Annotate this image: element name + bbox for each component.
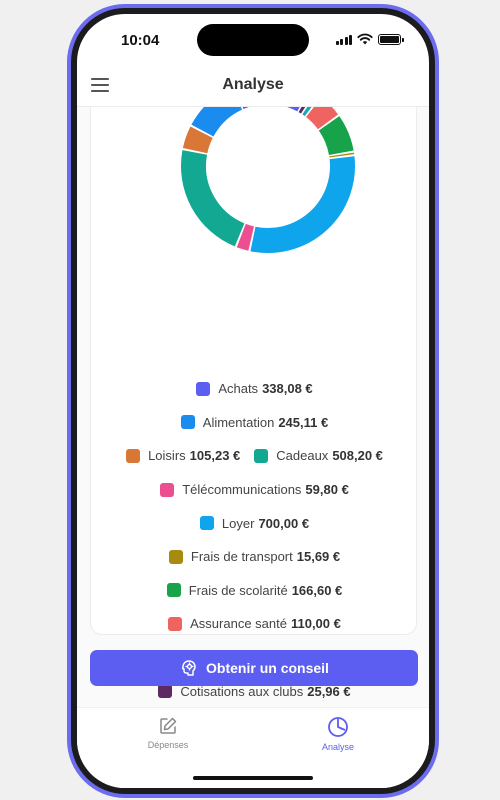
tab-depenses-label: Dépenses	[147, 740, 189, 750]
legend-item[interactable]: Alimentation 245,11 €	[180, 414, 329, 430]
legend-swatch	[168, 549, 183, 564]
legend-value: 245,11 €	[278, 414, 329, 430]
donut-slice-frais-de-scolarite[interactable]	[318, 116, 354, 156]
legend-row: Frais de scolarité 166,60 €	[91, 574, 418, 608]
donut-slice-telecommunications[interactable]	[236, 223, 255, 251]
legend-item[interactable]: Cadeaux 508,20 €	[254, 448, 383, 463]
donut-slice-loisirs[interactable]	[182, 126, 213, 154]
legend-value: 59,80 €	[305, 482, 349, 498]
edit-pencil-icon	[160, 717, 177, 734]
legend-label: Alimentation	[202, 414, 275, 430]
legend-swatch	[254, 448, 269, 463]
cellular-signal-icon	[335, 34, 352, 45]
legend-item[interactable]: Achats 338,08 €	[196, 381, 313, 397]
legend-value: 338,08 €	[262, 381, 313, 397]
dynamic-island	[197, 24, 309, 56]
legend-label: Frais de scolarité	[188, 582, 288, 598]
legend-value: 508,20 €	[332, 448, 383, 464]
legend-label: Loyer	[221, 515, 255, 531]
legend-swatch	[196, 381, 211, 396]
legend-value: 166,60 €	[291, 582, 343, 598]
legend-label: Cadeaux	[276, 448, 329, 464]
tab-analyse-label: Analyse	[321, 742, 355, 752]
legend-item[interactable]: Loisirs 105,23 €	[126, 448, 240, 463]
battery-icon	[378, 33, 404, 45]
main-content: Achats 338,08 € Alimentation 245,11 € Loisir…	[77, 107, 429, 707]
legend-row: Télécommunications 59,80 €	[91, 473, 418, 507]
legend-row: Frais de transport 15,69 €	[91, 540, 418, 574]
legend-item[interactable]: Loyer 700,00 €	[199, 515, 310, 531]
donut-slice-cadeaux[interactable]	[181, 150, 245, 247]
donut-chart	[181, 107, 355, 253]
legend-row: Alimentation 245,11 €	[91, 406, 418, 440]
legend-row: Loyer 700,00 €	[91, 506, 418, 540]
legend-row: Assurance santé 110,00 €	[91, 607, 418, 641]
legend-label: Frais de transport	[190, 549, 293, 565]
donut-slice-alimentation[interactable]	[191, 107, 243, 138]
legend-item[interactable]: Frais de transport 15,69 €	[168, 549, 341, 565]
status-bar: 10:04	[77, 14, 429, 66]
legend-swatch	[160, 482, 175, 497]
tab-depenses[interactable]: Dépenses	[118, 716, 218, 750]
legend-swatch	[168, 616, 183, 631]
legend-value: 105,23 €	[189, 448, 241, 464]
brain-gear-icon	[181, 660, 196, 676]
pie-chart-icon	[328, 717, 348, 737]
legend-label: Loisirs	[148, 448, 186, 464]
legend-value: 15,69 €	[296, 549, 341, 565]
legend-item[interactable]: Frais de scolarité 166,60 €	[166, 582, 343, 598]
legend-label: Assurance santé	[190, 616, 287, 632]
wifi-icon	[357, 33, 373, 45]
phone-screen: 10:04 Analyse Achats 338,08 € Alimentation…	[77, 14, 429, 788]
legend-swatch	[126, 448, 141, 463]
legend-swatch	[158, 684, 173, 699]
legend-label: Télécommunications	[182, 482, 302, 498]
donut-slice-loyer[interactable]	[250, 156, 355, 253]
app-header: Analyse	[77, 66, 429, 107]
legend-swatch	[180, 415, 195, 430]
legend-value: 110,00 €	[290, 616, 341, 632]
tab-analyse[interactable]: Analyse	[288, 716, 388, 752]
legend-label: Achats	[218, 381, 259, 397]
analysis-card: Achats 338,08 € Alimentation 245,11 € Loisir…	[90, 107, 418, 699]
legend-row: Loisirs 105,23 € Cadeaux 508,20 €	[91, 439, 418, 473]
get-advice-button[interactable]: Obtenir un conseil	[90, 650, 418, 686]
page-title: Analyse	[222, 76, 284, 93]
legend-item[interactable]: Assurance santé 110,00 €	[168, 616, 341, 631]
status-icons	[335, 33, 404, 45]
legend-row: Achats 338,08 €	[91, 372, 418, 406]
home-indicator	[193, 776, 313, 780]
legend-item[interactable]: Télécommunications 59,80 €	[160, 482, 349, 497]
legend-swatch	[166, 583, 181, 598]
legend-swatch	[199, 516, 214, 531]
legend-value: 700,00 €	[258, 515, 310, 531]
get-advice-label: Obtenir un conseil	[206, 660, 329, 676]
donut-slice-assurance-sante[interactable]	[305, 107, 339, 130]
status-time: 10:04	[121, 32, 160, 49]
